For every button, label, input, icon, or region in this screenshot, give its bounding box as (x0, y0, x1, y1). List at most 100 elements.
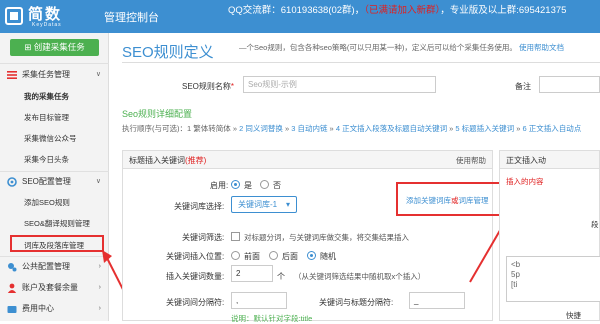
position-random-label: 随机 (320, 252, 336, 261)
enable-no-radio[interactable] (260, 180, 269, 189)
body-insert-panel: 正文插入动 插入的内容 段 <b 5p [ti 快捷 (499, 150, 600, 321)
logo-text: 简数 (28, 6, 63, 23)
divider (122, 62, 600, 63)
flow-step-paragraph[interactable]: 4 正文插入段落及标题自动关键词 (336, 124, 447, 133)
paragraph-textarea[interactable]: <b 5p [ti (506, 256, 600, 302)
title-separator-label: 关键词与标题分隔符: (319, 298, 394, 307)
create-task-label: 创建采集任务 (33, 42, 85, 52)
sidebar-group-label: SEO配置管理 (22, 177, 71, 186)
panel-title: 正文插入动 (506, 156, 546, 165)
insert-content-label: 插入的内容 (506, 177, 544, 186)
sidebar-group-label: 账户及套餐余量 (22, 283, 78, 292)
lexicon-manage-link-text: 词库管理 (458, 196, 489, 205)
lexicon-select[interactable]: 关键词库-1 ▾ (231, 196, 297, 213)
position-front-label: 前面 (244, 252, 260, 261)
qq-group-text: QQ交流群：610193638(02群)， (228, 5, 365, 16)
create-task-button[interactable]: ⊞ 创建采集任务 (10, 39, 99, 56)
sidebar-item-toutiao[interactable]: 采集今日头条 (0, 151, 109, 168)
divider (0, 171, 109, 172)
page-description: —个Seo规则，包含各种seo策略(可以只用某一种)，定义后可以给个采集任务使用… (239, 42, 564, 53)
page-description-text: —个Seo规则，包含各种seo策略(可以只用某一种)，定义后可以给个采集任务使用… (239, 43, 517, 52)
add-lexicon-link[interactable]: 添加关键词库或词库管理 (406, 195, 489, 206)
lexicon-label: 关键词库选择: (174, 202, 225, 211)
qq-pro-group-text: ，专业版及以上群:695421375 (440, 5, 567, 16)
position-front-radio[interactable] (231, 251, 240, 260)
paragraph-label: 段 (591, 220, 599, 229)
flow-step-body-auto[interactable]: 6 正文插入自动点 (523, 124, 582, 133)
lexicon-select-value: 关键词库-1 (238, 200, 278, 209)
rule-name-label: SEO规则名称* (182, 82, 235, 91)
note-label: 备注 (515, 82, 531, 91)
divider (0, 256, 109, 257)
position-back-radio[interactable] (269, 251, 278, 260)
textarea-line: <b (511, 260, 521, 269)
enable-yes-label: 是 (244, 181, 252, 190)
note-input[interactable] (539, 76, 600, 93)
list-icon (7, 71, 17, 79)
top-bar: 简数 KeyDatas 管理控制台 QQ交流群：610193638(02群)，（… (0, 0, 600, 33)
section-title: Seo规则详细配置 (122, 109, 193, 119)
count-unit: 个 (277, 272, 285, 281)
flow-step-title-keyword[interactable]: 5 标题插入关键词 (455, 124, 514, 133)
sidebar: ⊞ 创建采集任务 采集任务管理 ∨ 我的采集任务 发布目标管理 采集微信公众号 … (0, 33, 109, 321)
execution-order-prefix: 执行顺序(与可选)：1 繁体转简体 » (122, 124, 240, 133)
count-input[interactable]: 2 (231, 265, 273, 282)
sidebar-item-publish-targets[interactable]: 发布目标管理 (0, 109, 109, 126)
field-note: 说明：默认针对字段:title (231, 314, 313, 323)
sidebar-item-wechat[interactable]: 采集微信公众号 (0, 130, 109, 147)
help-doc-link[interactable]: 使用帮助文档 (519, 43, 564, 52)
sidebar-item-my-tasks[interactable]: 我的采集任务 (0, 88, 109, 105)
title-separator-input[interactable]: _ (409, 292, 465, 309)
sidebar-item-lexicon[interactable]: 词库及段落库管理 (10, 235, 104, 252)
sidebar-group-account[interactable]: 账户及套餐余量 › (0, 279, 109, 296)
sidebar-group-seo[interactable]: SEO配置管理 ∨ (0, 173, 109, 190)
separator-input[interactable]: , (231, 292, 287, 309)
sidebar-group-label: 费用中心 (22, 304, 54, 313)
panel-header: 标题插入关键词(推荐) 使用帮助 (123, 151, 492, 169)
or-text: 或 (451, 196, 459, 205)
panel-help-link[interactable]: 使用帮助 (456, 155, 486, 166)
position-back-label: 后面 (282, 252, 298, 261)
flow-step-autolink[interactable]: 3 自动内链 (291, 124, 327, 133)
main-content: SEO规则定义 —个Seo规则，包含各种seo策略(可以只用某一种)，定义后可以… (109, 33, 600, 323)
sidebar-group-task-management[interactable]: 采集任务管理 ∨ (0, 66, 109, 83)
enable-no-label: 否 (273, 181, 281, 190)
page-title: SEO规则定义 (122, 44, 214, 61)
separator-label: 关键词间分隔符: (166, 298, 225, 307)
chevron-down-icon: ∨ (95, 178, 101, 185)
sidebar-item-seo-rules[interactable]: SEO&翻译规则管理 (0, 215, 109, 232)
textarea-line: [ti (511, 280, 518, 289)
title-keyword-panel: 标题插入关键词(推荐) 使用帮助 启用: 是 否 关键词库选择: 关键词库-1 … (122, 150, 493, 323)
logo[interactable]: 简数 KeyDatas (4, 3, 88, 30)
flow-step-synonym[interactable]: 2 同义词替换 (239, 124, 283, 133)
qq-group-info: QQ交流群：610193638(02群)，（已满请加入新群），专业版及以上群:6… (228, 2, 566, 16)
qq-group-full-note: （已满请加入新群） (364, 5, 441, 16)
filter-checkbox[interactable] (231, 232, 240, 241)
textarea-line: 5p (511, 270, 520, 279)
sidebar-group-billing[interactable]: 费用中心 › (0, 300, 109, 317)
sidebar-item-add-seo-rule[interactable]: 添加SEO规则 (0, 194, 109, 211)
enable-label: 启用: (210, 181, 229, 190)
position-random-radio[interactable] (307, 251, 316, 260)
panel-header: 正文插入动 (500, 151, 599, 169)
logo-mark-icon (5, 7, 23, 25)
chevron-down-icon: ∨ (95, 71, 101, 78)
count-label: 插入关键词数量: (166, 272, 225, 281)
gear-icon (7, 177, 17, 187)
execution-order: 执行顺序(与可选)：1 繁体转简体 » 2 同义词替换 » 3 自动内链 » 4… (122, 124, 582, 133)
wallet-icon (7, 306, 17, 313)
divider (0, 63, 109, 64)
sidebar-group-public-config[interactable]: 公共配置管理 › (0, 258, 109, 275)
position-label: 关键词插入位置: (166, 252, 225, 261)
shortcut-label: 快捷 (566, 311, 581, 320)
enable-yes-radio[interactable] (231, 180, 240, 189)
cogs-icon (8, 263, 17, 272)
caret-down-icon: ▾ (285, 200, 290, 209)
sidebar-group-label: 采集任务管理 (22, 70, 70, 79)
filter-description: 对标题分词，与关键词库做交集，将交集结果插入 (244, 233, 409, 242)
add-lexicon-link-text: 添加关键词库 (406, 196, 451, 205)
user-icon (7, 283, 17, 293)
console-title: 管理控制台 (104, 12, 159, 24)
rule-name-input[interactable]: Seo规则-示例 (243, 76, 436, 93)
logo-subtext: KeyDatas (32, 22, 62, 28)
